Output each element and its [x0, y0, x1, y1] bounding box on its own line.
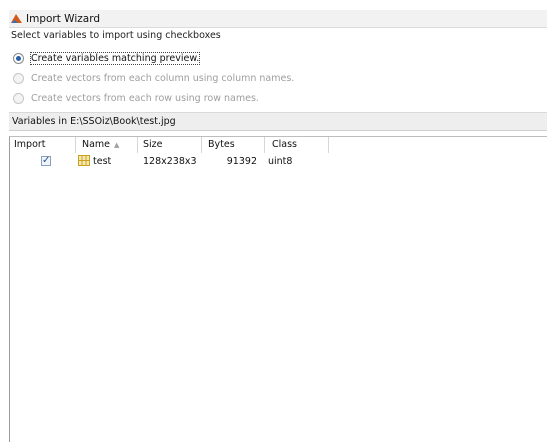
- variables-source-label: Variables in E:\SSOiz\Book\test.jpg: [12, 116, 176, 127]
- title-bar: Import Wizard: [9, 10, 547, 28]
- window-title: Import Wizard: [26, 12, 100, 25]
- variable-name: test: [93, 156, 112, 167]
- variable-bytes: 91392: [226, 156, 257, 167]
- option-label: Create vectors from each row using row n…: [31, 92, 259, 104]
- radio-button: [13, 92, 24, 104]
- table-row[interactable]: ✓ test 128x238x3 91392 uint8: [10, 154, 547, 169]
- variables-header: Variables in E:\SSOiz\Book\test.jpg: [9, 112, 547, 131]
- matlab-icon: [11, 14, 22, 23]
- variables-table[interactable]: Import Name ▲ Size Bytes Class ✓ test 128: [9, 136, 547, 442]
- check-icon: ✓: [42, 155, 51, 166]
- matrix-variable-icon: [78, 155, 90, 170]
- variable-size: 128x238x3: [143, 156, 197, 167]
- options-section-label: Select variables to import using checkbo…: [11, 30, 221, 41]
- option-create-variables[interactable]: Create variables matching preview.: [13, 51, 201, 65]
- radio-button-selected[interactable]: [13, 52, 24, 64]
- column-header-import[interactable]: Import: [10, 137, 76, 153]
- variable-class: uint8: [268, 156, 293, 167]
- radio-button: [13, 72, 24, 84]
- column-header-class[interactable]: Class: [265, 137, 329, 153]
- column-header-name[interactable]: Name ▲: [76, 137, 138, 153]
- import-checkbox[interactable]: ✓: [41, 155, 51, 166]
- option-row-vectors: Create vectors from each row using row n…: [13, 91, 259, 105]
- option-label: Create vectors from each column using co…: [31, 72, 295, 84]
- table-header: Import Name ▲ Size Bytes Class: [10, 137, 547, 153]
- column-header-bytes[interactable]: Bytes: [202, 137, 265, 153]
- sort-ascending-icon: ▲: [114, 141, 120, 149]
- option-column-vectors: Create vectors from each column using co…: [13, 71, 294, 85]
- column-header-size[interactable]: Size: [138, 137, 202, 153]
- option-label[interactable]: Create variables matching preview.: [29, 51, 201, 65]
